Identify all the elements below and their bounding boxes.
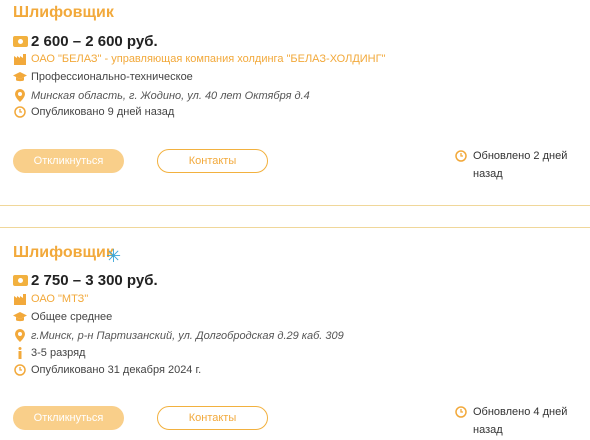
company-row: ОАО "МТЗ" — [13, 293, 88, 305]
asterisk-icon: ✳ — [106, 246, 122, 266]
job-title[interactable]: Шлифовщик — [13, 4, 114, 22]
clock-icon — [455, 147, 469, 183]
clock-icon — [13, 364, 27, 376]
company-row: ОАО "БЕЛАЗ" - управляющая компания холди… — [13, 53, 386, 65]
updated-info: Обновлено 2 дней назад — [455, 147, 578, 183]
graduation-cap-icon — [13, 311, 27, 323]
clock-icon — [13, 106, 27, 118]
location-pin-icon — [13, 89, 27, 102]
education-text: Профессионально-техническое — [31, 71, 193, 83]
updated-text: Обновлено 4 дней назад — [473, 406, 568, 436]
published-text: Опубликовано 9 дней назад — [31, 106, 175, 118]
job-title[interactable]: Шлифовщик — [13, 244, 114, 262]
address-text: Минская область, г. Жодино, ул. 40 лет О… — [31, 89, 310, 102]
job-card: Шлифовщик ✳ 2 750 – 3 300 руб. ОАО "МТЗ"… — [0, 228, 590, 440]
education-row: Общее среднее — [13, 311, 112, 323]
salary: 2 600 – 2 600 руб. — [13, 33, 158, 50]
address-row: Минская область, г. Жодино, ул. 40 лет О… — [13, 89, 310, 102]
salary-value: 2 750 – 3 300 руб. — [31, 272, 158, 289]
salary-value: 2 600 – 2 600 руб. — [31, 33, 158, 50]
address-row: г.Минск, р-н Партизанский, ул. Долгоброд… — [13, 329, 344, 342]
money-icon — [13, 275, 28, 286]
card-divider — [0, 205, 590, 206]
published-row: Опубликовано 31 декабря 2024 г. — [13, 364, 201, 376]
factory-icon — [13, 293, 27, 305]
published-text: Опубликовано 31 декабря 2024 г. — [31, 364, 202, 376]
contacts-button[interactable]: Контакты — [157, 406, 268, 430]
contacts-button[interactable]: Контакты — [157, 149, 268, 173]
apply-button[interactable]: Откликнуться — [13, 406, 124, 430]
factory-icon — [13, 53, 27, 65]
published-row: Опубликовано 9 дней назад — [13, 106, 174, 118]
apply-button[interactable]: Откликнуться — [13, 149, 124, 173]
location-pin-icon — [13, 329, 27, 342]
address-text: г.Минск, р-н Партизанский, ул. Долгоброд… — [31, 329, 344, 342]
rank-row: 3-5 разряд — [13, 347, 85, 359]
salary: 2 750 – 3 300 руб. — [13, 272, 158, 289]
graduation-cap-icon — [13, 71, 27, 83]
money-icon — [13, 36, 28, 47]
education-row: Профессионально-техническое — [13, 71, 193, 83]
updated-text: Обновлено 2 дней назад — [473, 150, 568, 180]
education-text: Общее среднее — [31, 311, 113, 323]
job-card: Шлифовщик 2 600 – 2 600 руб. ОАО "БЕЛАЗ"… — [0, 0, 590, 205]
company-link[interactable]: ОАО "БЕЛАЗ" - управляющая компания холди… — [31, 53, 386, 65]
rank-text: 3-5 разряд — [31, 347, 86, 359]
clock-icon — [455, 403, 469, 439]
info-icon — [13, 347, 27, 359]
updated-info: Обновлено 4 дней назад — [455, 403, 578, 439]
company-link[interactable]: ОАО "МТЗ" — [31, 293, 88, 305]
